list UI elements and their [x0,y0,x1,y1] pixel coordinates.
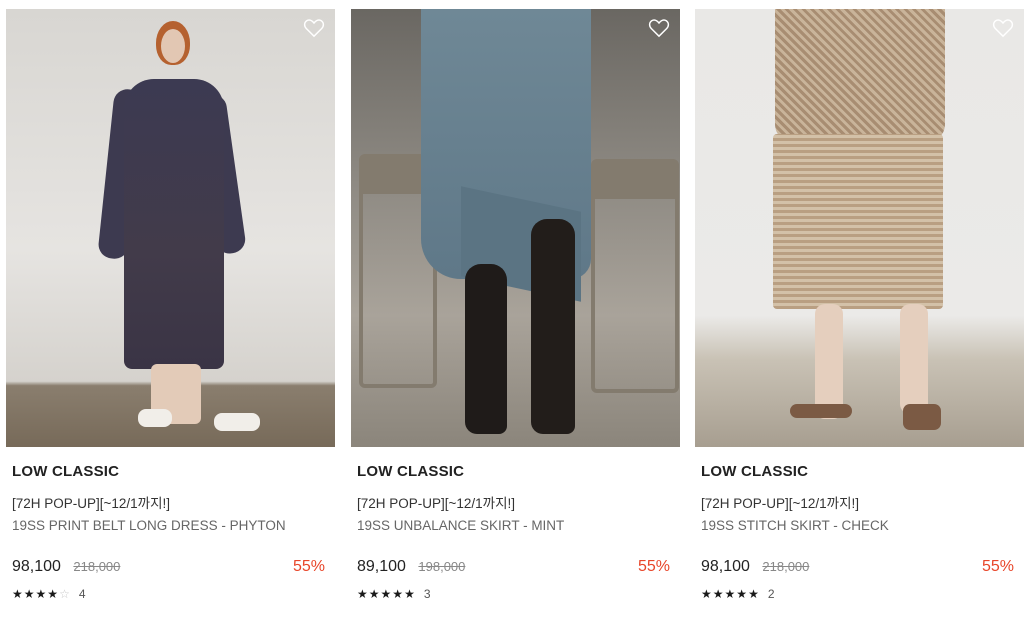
model-figure [903,404,941,430]
star-icon: ★ [404,587,416,601]
price-row: 89,100 198,000 55% [357,558,674,580]
model-figure [465,264,507,434]
star-icon: ★ [47,587,60,601]
rating-row: ★★★★☆ 4 [12,585,329,603]
promo-tagline: [72H POP-UP][~12/1까지!] [701,496,860,511]
star-rating: ★★★★★ [357,587,416,601]
model-figure [815,304,843,419]
star-icon: ★ [368,587,381,601]
review-count: 2 [767,587,775,601]
review-count: 4 [78,587,86,601]
review-count: 3 [423,587,431,601]
star-icon: ★ [392,587,405,601]
star-icon: ★ [748,587,760,601]
star-icon: ★ [12,587,24,601]
price-row: 98,100 218,000 55% [12,558,329,580]
star-rating: ★★★★★ [701,587,760,601]
model-figure [531,219,575,434]
star-icon: ★ [357,587,369,601]
promo-tagline: [72H POP-UP][~12/1까지!] [357,496,516,511]
sale-price: 98,100 [701,558,750,575]
heart-icon[interactable] [992,18,1014,38]
product-card[interactable]: LOW CLASSIC [72H POP-UP][~12/1까지!] 19SS … [351,9,680,603]
product-name[interactable]: 19SS PRINT BELT LONG DRESS - PHYTON [12,518,329,536]
sale-price: 98,100 [12,558,61,575]
original-price: 218,000 [73,559,121,574]
star-icon: ★ [701,587,713,601]
chair-figure [591,159,679,393]
star-icon: ☆ [59,587,71,601]
brand-name[interactable]: LOW CLASSIC [701,463,1018,483]
product-name[interactable]: 19SS STITCH SKIRT - CHECK [701,518,1018,536]
product-image[interactable] [6,9,335,447]
promo-tagline: [72H POP-UP][~12/1까지!] [12,496,171,511]
product-name[interactable]: 19SS UNBALANCE SKIRT - MINT [357,518,674,536]
model-figure [214,413,260,431]
product-card[interactable]: LOW CLASSIC [72H POP-UP][~12/1까지!] 19SS … [6,9,335,603]
model-figure [138,409,172,427]
heart-icon[interactable] [648,18,670,38]
star-rating: ★★★★☆ [12,587,71,601]
brand-name[interactable]: LOW CLASSIC [12,463,329,483]
discount-rate: 55% [981,558,1014,575]
sale-price: 89,100 [357,558,406,575]
product-image[interactable] [695,9,1024,447]
star-icon: ★ [23,587,36,601]
original-price: 198,000 [418,559,466,574]
rating-row: ★★★★★ 3 [357,585,674,603]
star-icon: ★ [724,587,737,601]
product-card[interactable]: LOW CLASSIC [72H POP-UP][~12/1까지!] 19SS … [695,9,1024,603]
model-figure [124,79,224,369]
original-price: 218,000 [762,559,810,574]
discount-rate: 55% [637,558,670,575]
model-figure [161,29,185,63]
star-icon: ★ [380,587,393,601]
brand-name[interactable]: LOW CLASSIC [357,463,674,483]
price-row: 98,100 218,000 55% [701,558,1018,580]
model-figure [773,134,943,309]
model-figure [790,404,852,418]
star-icon: ★ [712,587,725,601]
star-icon: ★ [35,587,48,601]
discount-rate: 55% [292,558,325,575]
model-figure [775,9,945,144]
product-image[interactable] [351,9,680,447]
star-icon: ★ [736,587,749,601]
product-grid: LOW CLASSIC [72H POP-UP][~12/1까지!] 19SS … [0,0,1036,637]
model-figure [900,304,928,414]
heart-icon[interactable] [303,18,325,38]
rating-row: ★★★★★ 2 [701,585,1018,603]
